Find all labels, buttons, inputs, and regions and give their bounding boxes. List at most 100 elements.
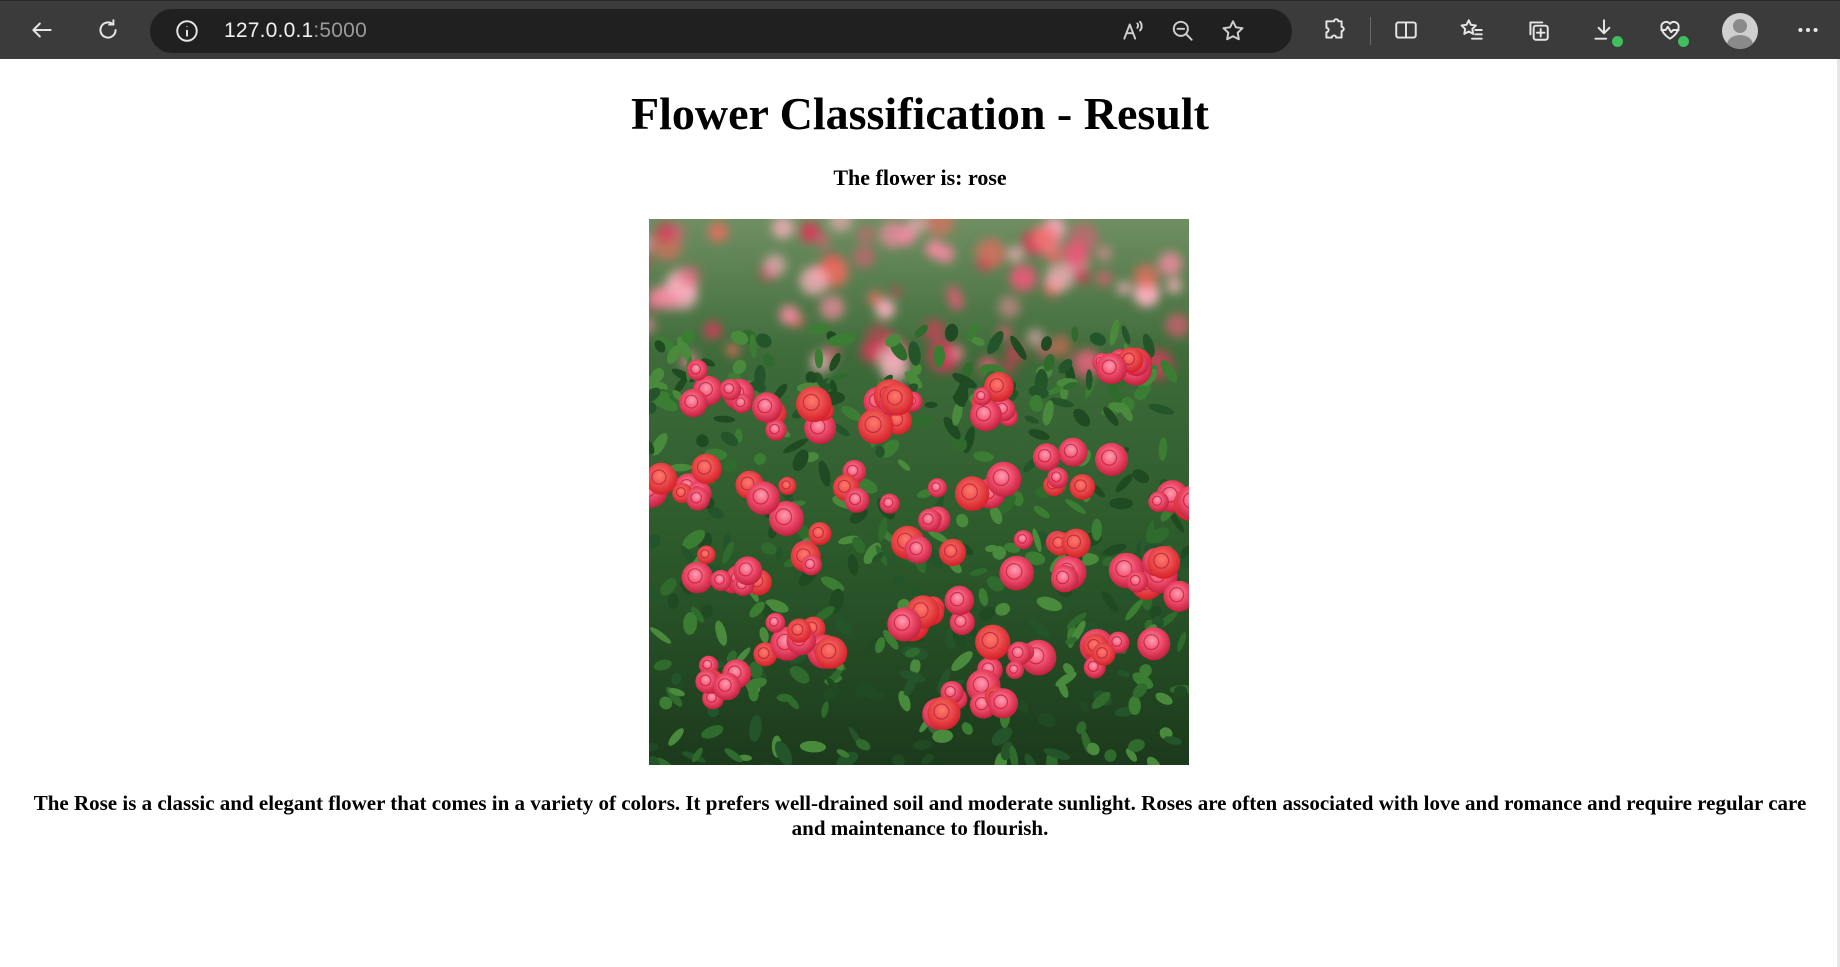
rose-bloom bbox=[880, 382, 914, 416]
refresh-icon[interactable] bbox=[88, 10, 128, 50]
rose-petals bbox=[814, 636, 848, 669]
favorites-list-icon[interactable] bbox=[1452, 10, 1492, 50]
rose-petals bbox=[1050, 564, 1079, 593]
rose-bloom bbox=[1061, 528, 1091, 558]
download-complete-badge bbox=[1611, 35, 1624, 48]
rose-petals bbox=[808, 522, 832, 546]
zoom-out-icon[interactable] bbox=[1168, 16, 1198, 46]
rose-petals bbox=[710, 569, 732, 592]
info-icon[interactable] bbox=[174, 18, 200, 44]
classification-result: The flower is: rose bbox=[833, 165, 1007, 190]
blurred-bloom bbox=[726, 344, 739, 357]
blurred-bloom bbox=[925, 239, 944, 259]
blurred-bloom bbox=[1009, 264, 1037, 292]
more-dots-icon[interactable] bbox=[1788, 10, 1828, 50]
rose-bloom bbox=[999, 555, 1034, 591]
rose-petals bbox=[796, 386, 832, 423]
blurred-bloom bbox=[950, 346, 965, 360]
blurred-bloom bbox=[704, 321, 722, 340]
blurred-bloom bbox=[1096, 270, 1112, 287]
rose-petals bbox=[844, 487, 870, 513]
rose-petals bbox=[719, 378, 742, 401]
rose-petals bbox=[765, 419, 787, 441]
download-icon[interactable] bbox=[1584, 10, 1624, 50]
rose-bloom bbox=[1005, 660, 1025, 680]
rose-bloom bbox=[1148, 491, 1169, 513]
rose-bloom bbox=[1013, 530, 1034, 550]
rose-bloom bbox=[1137, 627, 1171, 661]
rose-bloom bbox=[918, 508, 942, 532]
rose-bloom bbox=[1125, 570, 1148, 593]
page-content: Flower Classification - Result The flowe… bbox=[0, 59, 1840, 967]
rose-petals bbox=[1032, 443, 1061, 471]
rose-bloom bbox=[713, 672, 741, 701]
back-arrow-icon[interactable] bbox=[22, 10, 62, 50]
rose-bloom bbox=[973, 387, 992, 406]
rose-bloom bbox=[986, 461, 1022, 497]
rose-petals bbox=[939, 538, 967, 566]
url-text[interactable]: 127.0.0.1:5000 bbox=[224, 19, 367, 43]
rose-bloom bbox=[844, 487, 870, 513]
rose-petals bbox=[746, 481, 781, 515]
blurred-bloom bbox=[1116, 281, 1131, 296]
rose-petals bbox=[954, 476, 990, 511]
rose-bloom bbox=[778, 476, 797, 495]
rose-bloom bbox=[686, 359, 708, 381]
heart-pulse-icon[interactable] bbox=[1650, 10, 1690, 50]
rose-petals bbox=[686, 359, 708, 381]
rose-bloom bbox=[879, 493, 900, 514]
avatar-body bbox=[1727, 35, 1753, 49]
toolbar-divider bbox=[1370, 17, 1371, 45]
blurred-bloom bbox=[977, 258, 991, 273]
blurred-bloom bbox=[949, 295, 964, 310]
blurred-bloom bbox=[1045, 263, 1074, 292]
rose-bloom bbox=[1147, 545, 1181, 579]
rose-petals bbox=[713, 672, 741, 701]
rose-bloom bbox=[752, 392, 783, 423]
rose-petals bbox=[1125, 570, 1148, 593]
rose-petals bbox=[927, 478, 947, 498]
blurred-bloom bbox=[816, 234, 831, 249]
rose-bloom bbox=[679, 388, 708, 418]
rose-bloom bbox=[733, 556, 763, 586]
rose-bloom bbox=[954, 476, 990, 511]
blurred-bloom bbox=[1166, 277, 1183, 294]
blurred-bloom bbox=[669, 223, 686, 240]
rose-petals bbox=[697, 545, 716, 564]
blurred-bloom bbox=[1074, 268, 1090, 285]
rose-bloom bbox=[765, 419, 787, 441]
address-bar[interactable]: 127.0.0.1:5000 bbox=[150, 9, 1292, 53]
rose-bloom bbox=[801, 554, 822, 576]
rose-bloom bbox=[939, 538, 967, 566]
rose-petals bbox=[778, 476, 797, 495]
split-screen-icon[interactable] bbox=[1386, 10, 1426, 50]
blurred-bloom bbox=[857, 226, 874, 243]
browser-toolbar: 127.0.0.1:5000 bbox=[0, 0, 1840, 59]
rose-bloom bbox=[787, 618, 812, 643]
rose-bloom bbox=[814, 636, 848, 669]
rose-petals bbox=[973, 387, 992, 406]
puzzle-icon[interactable] bbox=[1314, 10, 1354, 50]
rose-bloom bbox=[1095, 442, 1129, 476]
rose-bloom bbox=[765, 612, 786, 633]
collections-icon[interactable] bbox=[1518, 10, 1558, 50]
rose-bloom bbox=[1007, 641, 1032, 666]
performance-badge bbox=[1677, 35, 1690, 48]
rose-bloom bbox=[1092, 642, 1116, 666]
rose-petals bbox=[679, 388, 708, 418]
profile-avatar-icon[interactable] bbox=[1722, 13, 1758, 49]
page-title: Flower Classification - Result bbox=[631, 88, 1209, 139]
star-icon[interactable] bbox=[1218, 16, 1248, 46]
rose-petals bbox=[752, 392, 783, 423]
read-aloud-icon[interactable] bbox=[1118, 16, 1148, 46]
rose-petals bbox=[918, 508, 942, 532]
blurred-bloom bbox=[1032, 227, 1057, 251]
rose-petals bbox=[1007, 641, 1032, 666]
rose-petals bbox=[1058, 437, 1088, 467]
rose-petals bbox=[975, 624, 1011, 660]
rose-bloom bbox=[686, 486, 710, 511]
blurred-bloom bbox=[853, 245, 876, 268]
rose-petals bbox=[1069, 474, 1096, 500]
blurred-bloom bbox=[708, 222, 728, 242]
rose-petals bbox=[879, 493, 900, 514]
